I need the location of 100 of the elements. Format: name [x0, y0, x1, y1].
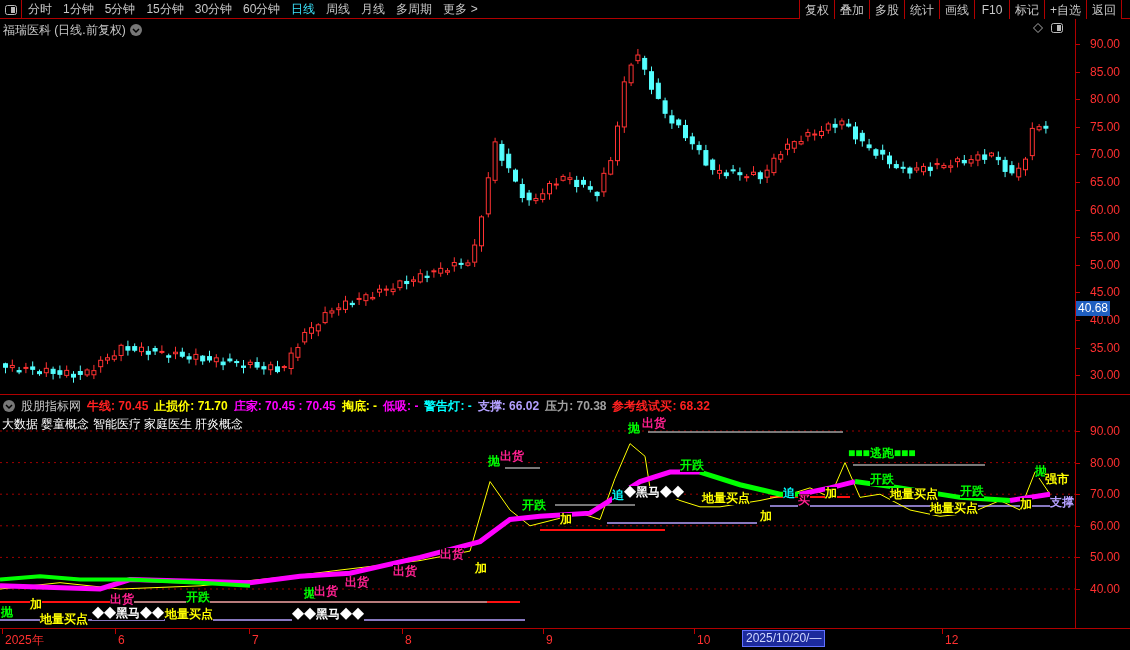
indicator-readout: 庄家: 70.45 : 70.45: [233, 398, 336, 415]
toolbar-button[interactable]: 叠加: [834, 0, 869, 19]
signal-label: 出货: [440, 548, 464, 561]
axis-label: 50.00: [1090, 550, 1121, 565]
axis-label: 90.00: [1090, 37, 1121, 51]
signal-label: 加: [760, 510, 772, 523]
signal-label: 买: [798, 494, 810, 507]
period-tab[interactable]: 5分钟: [104, 0, 136, 18]
chevron-down-icon[interactable]: [3, 400, 15, 412]
panel-toggle-icon[interactable]: [4, 4, 17, 15]
price-tag: 40.68: [1076, 301, 1111, 316]
axis-label: 85.00: [1090, 64, 1121, 79]
date-label: 2025年: [5, 632, 44, 649]
toolbar-button[interactable]: +自选: [1044, 0, 1086, 19]
period-tab[interactable]: 月线: [361, 0, 386, 18]
signal-label: 出货: [314, 585, 338, 598]
period-tab[interactable]: 日线: [291, 0, 316, 18]
signal-label: 开跌: [960, 485, 984, 498]
date-label: 10: [697, 632, 711, 649]
date-label: 8: [405, 632, 412, 649]
toolbar-button[interactable]: 返回: [1086, 0, 1121, 19]
signal-label: 出货: [110, 593, 134, 606]
axis-label: 80.00: [1090, 92, 1121, 107]
axis-label: 65.00: [1090, 175, 1121, 189]
signal-label: 地量买点: [165, 608, 213, 621]
indicator-name: 股朋指标网: [21, 398, 81, 415]
axis-label: 60.00: [1090, 202, 1121, 217]
signal-label: 开跌: [680, 459, 704, 472]
date-label: 6: [118, 632, 125, 649]
signal-label: 地量买点: [40, 613, 88, 626]
cursor-date: 2025/10/20/—: [742, 630, 826, 647]
level-line: [504, 467, 541, 469]
axis-label: 55.00: [1090, 230, 1121, 245]
indicator-readout: 压力: 70.38: [545, 398, 607, 415]
signal-label: 加: [825, 487, 837, 500]
axis-label: 40.00: [1090, 582, 1121, 596]
indicator-readout: 警告灯: -: [424, 398, 472, 415]
period-tab[interactable]: 1分钟: [63, 0, 94, 18]
signal-label: 出货: [345, 576, 369, 589]
axis-label: 70.00: [1090, 147, 1121, 162]
indicator-readout: 支撑: 66.02: [477, 398, 540, 415]
indicator-readout: 牛线: 70.45: [87, 398, 149, 415]
signal-label: ◆◆黑马◆◆: [292, 608, 364, 621]
panel-toggle-icon[interactable]: [1051, 23, 1063, 33]
period-tab[interactable]: 多周期: [396, 0, 433, 18]
chart-title: 福瑞医科 (日线.前复权): [3, 22, 126, 39]
period-tab[interactable]: 15分钟: [146, 0, 184, 18]
axis-label: 30.00: [1090, 368, 1121, 383]
axis-label: 75.00: [1090, 119, 1121, 134]
signal-label: 加: [30, 598, 42, 611]
signal-label: 出货: [642, 417, 666, 430]
axis-label: 70.00: [1090, 487, 1121, 502]
signal-label: 强市: [1045, 473, 1069, 486]
signal-label: 出货: [393, 565, 417, 578]
signal-label: 地量买点: [930, 502, 978, 515]
signal-label: 地量买点: [890, 488, 938, 501]
toolbar-button[interactable]: 画线: [939, 0, 974, 19]
diamond-icon[interactable]: [1033, 23, 1043, 33]
period-tab[interactable]: 更多 >: [443, 0, 478, 18]
axis-label: 50.00: [1090, 257, 1121, 272]
axis-label: 60.00: [1090, 518, 1121, 533]
signal-label: 抛: [488, 455, 500, 468]
axis-label: 80.00: [1090, 455, 1121, 470]
signal-label: 加: [560, 513, 572, 526]
period-tab[interactable]: 分时: [28, 0, 52, 18]
axis-label: 90.00: [1090, 424, 1121, 438]
toolbar-button[interactable]: F10: [974, 0, 1009, 19]
signal-label: 地量买点: [702, 492, 750, 505]
signal-label: 加: [475, 562, 487, 575]
signal-label: 支撑: [1050, 496, 1074, 509]
period-tab[interactable]: 60分钟: [243, 0, 281, 18]
axis-label: 45.00: [1090, 285, 1121, 300]
toolbar-button[interactable]: 统计: [904, 0, 939, 19]
chevron-down-icon[interactable]: [129, 24, 142, 36]
date-label: 12: [945, 632, 959, 649]
indicator-readout: 参考线试买: 68.32: [612, 398, 710, 415]
date-label: 7: [252, 632, 259, 649]
toolbar-button[interactable]: 多股: [869, 0, 904, 19]
signal-label: ◆◆黑马◆◆: [92, 607, 164, 620]
indicator-readout: 掏底: -: [341, 398, 378, 415]
signal-label: 追: [612, 489, 624, 502]
axis-label: 35.00: [1090, 340, 1121, 355]
signal-label: 追: [783, 487, 795, 500]
signal-label: ◆黑马◆◆: [624, 486, 684, 499]
signal-label: 开跌: [522, 499, 546, 512]
indicator-readout: 止损价: 71.70: [154, 398, 228, 415]
period-tab[interactable]: 30分钟: [194, 0, 233, 18]
signal-label: ■■■逃跑■■■: [848, 447, 916, 460]
concept-tags: 大数据 婴童概念 智能医疗 家庭医生 肝炎概念: [2, 415, 244, 433]
toolbar-button[interactable]: 复权: [799, 0, 834, 19]
date-label: 9: [546, 632, 553, 649]
signal-label: 抛: [1, 606, 13, 619]
signal-label: 出货: [500, 450, 524, 463]
signal-label: 加: [1020, 498, 1032, 511]
indicator-readout: 低吸: -: [383, 398, 419, 415]
signal-label: 抛: [628, 422, 640, 435]
signal-label: 开跌: [186, 591, 210, 604]
toolbar-button[interactable]: 标记: [1009, 0, 1044, 19]
period-tab[interactable]: 周线: [326, 0, 351, 18]
signal-label: 开跌: [870, 473, 894, 486]
